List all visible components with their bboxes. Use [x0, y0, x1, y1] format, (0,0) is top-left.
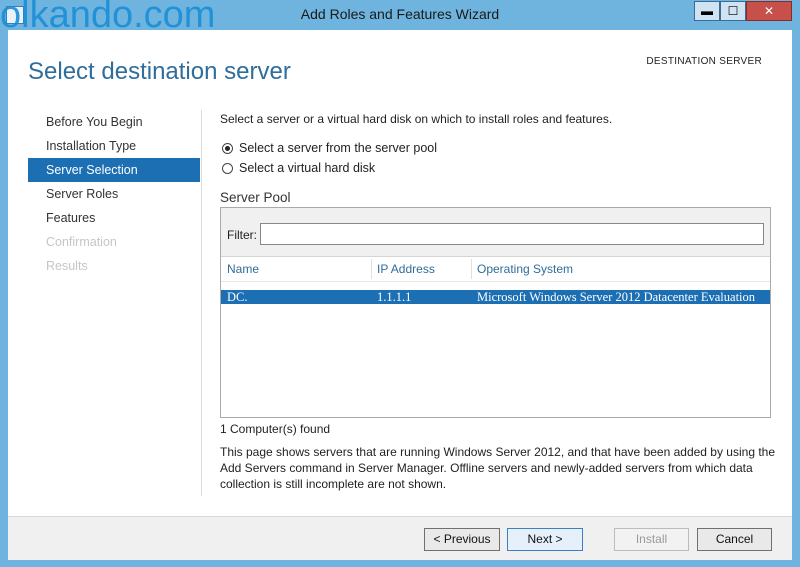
server-pool-option-label[interactable]: Select a server from the server pool	[239, 141, 437, 155]
vhd-option[interactable]: Select a virtual hard disk	[222, 160, 375, 176]
wizard-client-area: Select destination server DESTINATION SE…	[8, 30, 792, 560]
close-button[interactable]: ✕	[746, 1, 792, 21]
nav-item-server-roles[interactable]: Server Roles	[28, 182, 200, 206]
window-title: Add Roles and Features Wizard	[300, 6, 500, 22]
nav-item-confirmation: Confirmation	[46, 235, 117, 249]
next-button[interactable]: Next >	[507, 528, 583, 551]
column-header-name[interactable]: Name	[227, 262, 259, 276]
table-row[interactable]: DC. 1.1.1.1 Microsoft Windows Server 201…	[221, 290, 770, 304]
cell-name: DC.	[227, 290, 248, 304]
wizard-window: olkando.com Add Roles and Features Wizar…	[0, 0, 800, 567]
nav-item-installation-type[interactable]: Installation Type	[28, 134, 200, 158]
destination-server-label: DESTINATION SERVER	[646, 56, 762, 67]
computers-found-text: 1 Computer(s) found	[220, 422, 331, 436]
nav-item-results: Results	[46, 259, 88, 273]
radio-empty-icon[interactable]	[222, 162, 233, 174]
nav-divider	[201, 110, 202, 496]
cancel-button[interactable]: Cancel	[697, 528, 772, 551]
wizard-footer: < Previous Next > Install Cancel	[8, 516, 792, 560]
nav-item-before-you-begin[interactable]: Before You Begin	[28, 110, 200, 134]
vhd-option-label[interactable]: Select a virtual hard disk	[239, 161, 375, 175]
column-header-ip[interactable]: IP Address	[377, 262, 435, 276]
maximize-button[interactable]: ☐	[720, 1, 746, 21]
filter-input[interactable]	[260, 223, 764, 245]
server-pool-panel: Filter: Name IP Address Operating System…	[220, 207, 771, 418]
previous-button[interactable]: < Previous	[424, 528, 500, 551]
filter-label: Filter:	[227, 228, 257, 242]
title-bar[interactable]: olkando.com Add Roles and Features Wizar…	[0, 0, 800, 36]
cell-ip: 1.1.1.1	[377, 290, 412, 304]
server-pool-heading: Server Pool	[220, 190, 291, 205]
filter-bar: Filter:	[221, 208, 770, 257]
column-divider[interactable]	[371, 259, 372, 279]
info-note: This page shows servers that are running…	[220, 445, 776, 491]
grid-header: Name IP Address Operating System	[221, 257, 770, 282]
server-pool-option[interactable]: Select a server from the server pool	[222, 140, 437, 156]
install-button: Install	[614, 528, 689, 551]
minimize-button[interactable]: ▬	[694, 1, 720, 21]
column-divider[interactable]	[471, 259, 472, 279]
wizard-nav: Before You Begin Installation Type Serve…	[28, 110, 200, 278]
nav-item-features[interactable]: Features	[28, 206, 200, 230]
radio-selected-icon[interactable]	[222, 142, 233, 154]
nav-item-server-selection[interactable]: Server Selection	[28, 158, 200, 182]
page-title: Select destination server	[28, 58, 291, 85]
intro-text: Select a server or a virtual hard disk o…	[220, 112, 613, 126]
cell-os: Microsoft Windows Server 2012 Datacenter…	[477, 290, 756, 304]
column-header-os[interactable]: Operating System	[477, 262, 573, 276]
